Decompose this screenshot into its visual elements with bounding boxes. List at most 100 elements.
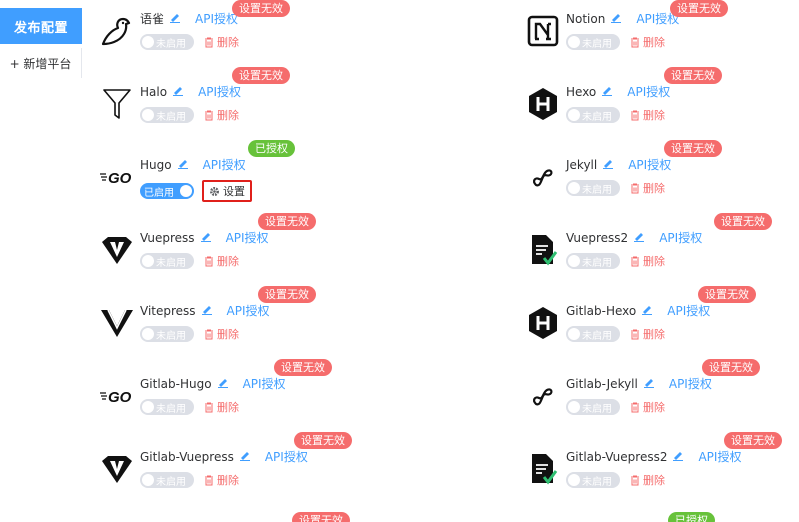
toggle-knob: [142, 328, 154, 340]
toggle-label: 未启用: [582, 111, 612, 123]
platform-name: Notion: [566, 11, 606, 26]
edit-icon[interactable]: [212, 376, 229, 391]
toggle-label: 未启用: [156, 330, 186, 342]
sidebar-item-add-platform[interactable]: + 新增平台: [0, 48, 82, 78]
api-auth-link[interactable]: API授权: [669, 375, 712, 392]
settings-button[interactable]: 设置: [202, 180, 252, 202]
delete-button[interactable]: 删除: [204, 253, 239, 269]
trash-icon: [631, 183, 639, 193]
status-badge: 设置无效: [232, 67, 290, 84]
platform-name-row: Vitepress API授权: [140, 302, 270, 319]
delete-button[interactable]: 删除: [204, 326, 239, 342]
status-badge: 设置无效: [724, 432, 782, 449]
enable-toggle[interactable]: 未启用: [566, 180, 620, 196]
vitepress-icon: [98, 304, 136, 342]
platform-card: Vuepress2 API授权 设置无效 未启用 删除: [524, 213, 799, 287]
delete-button[interactable]: 删除: [204, 107, 239, 123]
enable-toggle[interactable]: 未启用: [566, 34, 620, 50]
api-auth-link[interactable]: API授权: [227, 302, 270, 319]
delete-label: 删除: [217, 401, 239, 414]
delete-button[interactable]: 删除: [204, 399, 239, 415]
platform-name: Gitlab-Hexo: [566, 303, 637, 318]
enable-toggle[interactable]: 未启用: [140, 399, 194, 415]
edit-icon[interactable]: [597, 157, 614, 172]
edit-icon[interactable]: [195, 230, 212, 245]
api-auth-link[interactable]: API授权: [198, 83, 241, 100]
delete-button[interactable]: 删除: [630, 326, 665, 342]
platform-name-row: Jekyll API授权: [566, 156, 671, 173]
enable-toggle[interactable]: 未启用: [140, 472, 194, 488]
toggle-label: 未启用: [582, 38, 612, 50]
edit-icon[interactable]: [605, 11, 622, 26]
platform-name: Vitepress: [140, 303, 196, 318]
enable-toggle[interactable]: 未启用: [140, 326, 194, 342]
edit-icon[interactable]: [596, 84, 613, 99]
status-badge-partial: 设置无效: [292, 512, 350, 522]
enable-toggle[interactable]: 未启用: [140, 34, 194, 50]
delete-label: 删除: [217, 109, 239, 122]
edit-icon[interactable]: [628, 230, 645, 245]
enable-toggle[interactable]: 未启用: [566, 472, 620, 488]
delete-button[interactable]: 删除: [204, 34, 239, 50]
platform-actions: 未启用 删除: [566, 472, 665, 488]
platform-actions: 未启用 删除: [140, 107, 239, 123]
api-auth-link[interactable]: API授权: [243, 375, 286, 392]
enable-toggle[interactable]: 未启用: [140, 253, 194, 269]
platform-name-row: Hexo API授权: [566, 83, 670, 100]
delete-button[interactable]: 删除: [630, 253, 665, 269]
toggle-label: 未启用: [156, 257, 186, 269]
status-badge: 设置无效: [714, 213, 772, 230]
api-auth-link[interactable]: API授权: [203, 156, 246, 173]
enable-toggle[interactable]: 未启用: [566, 253, 620, 269]
api-auth-link[interactable]: API授权: [698, 448, 741, 465]
trash-icon: [631, 110, 639, 120]
api-auth-link[interactable]: API授权: [195, 10, 238, 27]
enable-toggle[interactable]: 未启用: [566, 107, 620, 123]
enable-toggle[interactable]: 未启用: [140, 107, 194, 123]
status-badge: 设置无效: [670, 0, 728, 17]
platform-actions: 未启用 删除: [566, 34, 665, 50]
api-auth-link[interactable]: API授权: [659, 229, 702, 246]
delete-label: 删除: [217, 255, 239, 268]
edit-icon[interactable]: [234, 449, 251, 464]
sidebar-item-publish-config[interactable]: 发布配置: [0, 8, 82, 44]
edit-icon[interactable]: [196, 303, 213, 318]
delete-button[interactable]: 删除: [630, 180, 665, 196]
enable-toggle[interactable]: 未启用: [566, 326, 620, 342]
toggle-label: 未启用: [156, 403, 186, 415]
trash-icon: [205, 110, 213, 120]
api-auth-link[interactable]: API授权: [265, 448, 308, 465]
svg-text:GO: GO: [108, 389, 132, 404]
delete-button[interactable]: 删除: [630, 399, 665, 415]
toggle-knob: [142, 109, 154, 121]
platform-name: Gitlab-Jekyll: [566, 376, 638, 391]
delete-button[interactable]: 删除: [630, 472, 665, 488]
delete-button[interactable]: 删除: [630, 107, 665, 123]
api-auth-link[interactable]: API授权: [667, 302, 710, 319]
api-auth-link[interactable]: API授权: [628, 156, 671, 173]
edit-icon[interactable]: [667, 449, 684, 464]
edit-icon[interactable]: [172, 157, 189, 172]
edit-icon[interactable]: [164, 11, 181, 26]
edit-icon[interactable]: [638, 376, 655, 391]
status-badge: 已授权: [248, 140, 295, 157]
trash-icon: [205, 37, 213, 47]
api-auth-link[interactable]: API授权: [226, 229, 269, 246]
api-auth-link[interactable]: API授权: [627, 83, 670, 100]
delete-label: 删除: [217, 474, 239, 487]
edit-icon[interactable]: [636, 303, 653, 318]
platform-card: Vitepress API授权 设置无效 未启用 删除: [98, 286, 398, 360]
enable-toggle[interactable]: 未启用: [566, 399, 620, 415]
platform-name: Gitlab-Vuepress: [140, 449, 234, 464]
halo-funnel-icon: [98, 85, 136, 123]
delete-label: 删除: [217, 328, 239, 341]
vuepress-icon: [98, 450, 136, 488]
edit-icon[interactable]: [167, 84, 184, 99]
delete-button[interactable]: 删除: [204, 472, 239, 488]
notion-icon: [524, 12, 562, 50]
delete-button[interactable]: 删除: [630, 34, 665, 50]
enable-toggle[interactable]: 已启用: [140, 183, 194, 199]
status-badge: 设置无效: [232, 0, 290, 17]
toggle-label: 未启用: [582, 184, 612, 196]
platform-name-row: Gitlab-Hexo API授权: [566, 302, 710, 319]
